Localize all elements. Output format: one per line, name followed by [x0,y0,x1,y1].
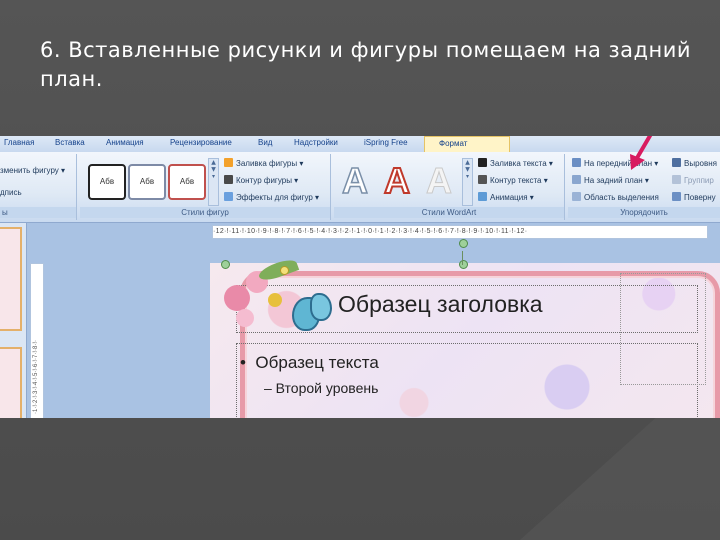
annotation-arrow [630,136,653,170]
slide-heading: 6. Вставленные рисунки и фигуры помещаем… [40,38,692,91]
arrow-shaft [635,136,653,160]
powerpoint-screenshot: Главная Вставка Анимация Рецензирование … [0,136,720,418]
